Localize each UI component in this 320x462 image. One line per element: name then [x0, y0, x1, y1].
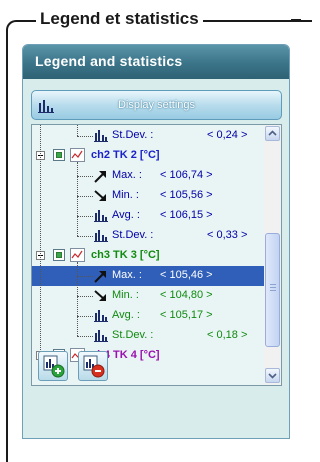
visibility-checkbox[interactable] [53, 249, 65, 261]
tree-connector [77, 136, 93, 137]
tree-group-ch2[interactable]: ch2 TK 2 [°C] [32, 146, 264, 166]
stat-value: < 105,46 > [160, 269, 213, 281]
bar-chart-icon [94, 330, 108, 342]
stat-row[interactable]: Max. : < 106,74 > [32, 166, 264, 186]
add-series-icon [43, 355, 65, 378]
tree-connector [77, 296, 93, 297]
display-settings-label: Display settings [117, 99, 196, 111]
stat-value: < 105,17 > [160, 309, 213, 321]
channel-chart-icon [70, 148, 85, 162]
remove-series-button[interactable] [78, 351, 108, 381]
chevron-down-icon [268, 373, 277, 379]
panel-header: Legend and statistics [23, 45, 289, 79]
stat-row[interactable]: St.Dev. : < 0,18 > [32, 326, 264, 346]
stat-value: < 106,15 > [160, 209, 213, 221]
line-chart-icon [71, 250, 83, 259]
stat-row[interactable]: St.Dev. : < 0,24 > [32, 126, 264, 146]
stat-row[interactable]: St.Dev. : < 0,33 > [32, 226, 264, 246]
bar-chart-icon [94, 130, 108, 142]
stat-label: Min. : [112, 189, 139, 201]
tree-connector [77, 236, 93, 237]
add-series-button[interactable] [38, 351, 68, 381]
tree-connector [77, 276, 93, 277]
stat-value: < 104,80 > [160, 289, 213, 301]
stat-label: St.Dev. : [112, 329, 154, 341]
line-chart-icon [71, 150, 83, 159]
channel-chart-icon [70, 248, 85, 262]
tree-connector [77, 125, 78, 136]
arrow-up-icon [94, 271, 106, 283]
channel-label: ch2 TK 2 [°C] [91, 149, 160, 161]
tree-connector [40, 125, 41, 356]
legend-tree: St.Dev. : < 0,24 > ch2 TK 2 [°C] Max. : < 10… [31, 124, 282, 386]
stat-label: St.Dev. : [112, 229, 154, 241]
scrollbar-grip [270, 284, 276, 291]
legend-group-title: Legend et statistics [36, 9, 203, 29]
stat-label: St.Dev. : [112, 129, 154, 141]
visibility-checkbox[interactable] [53, 149, 65, 161]
arrow-up-icon [94, 171, 106, 183]
remove-series-icon [83, 355, 105, 378]
scroll-up-button[interactable] [265, 126, 280, 141]
bar-chart-icon [94, 230, 108, 242]
stat-value: < 0,18 > [207, 329, 248, 341]
tree-connector [77, 316, 93, 317]
chevron-up-icon [268, 130, 277, 136]
bar-chart-icon [94, 310, 108, 322]
channel-label: ch3 TK 3 [°C] [91, 249, 160, 261]
stat-row[interactable]: Avg. : < 105,17 > [32, 306, 264, 326]
arrow-down-icon [94, 190, 106, 201]
scrollbar-thumb[interactable] [265, 233, 280, 347]
stat-row[interactable]: Min. : < 104,80 > [32, 286, 264, 306]
stat-row[interactable]: Max. : < 105,46 > [32, 266, 264, 286]
display-settings-button[interactable]: Display settings [31, 90, 282, 120]
tree-connector [77, 176, 93, 177]
arrow-down-icon [94, 290, 106, 301]
stat-value: < 105,56 > [160, 189, 213, 201]
stat-row[interactable]: Min. : < 105,56 > [32, 186, 264, 206]
vertical-scrollbar[interactable] [264, 125, 281, 385]
panel-title: Legend and statistics [35, 53, 183, 69]
bar-chart-icon [94, 210, 108, 222]
stat-label: Max. : [112, 169, 142, 181]
stat-label: Avg. : [112, 309, 140, 321]
tree-connector [77, 336, 93, 337]
scroll-down-button[interactable] [265, 368, 280, 383]
stat-value: < 0,33 > [207, 229, 248, 241]
tree-connector [77, 162, 78, 236]
tree-connector [77, 262, 78, 336]
stat-label: Max. : [112, 269, 142, 281]
stat-label: Min. : [112, 289, 139, 301]
stat-value: < 0,24 > [207, 129, 248, 141]
tree-group-ch3[interactable]: ch3 TK 3 [°C] [32, 246, 264, 266]
tree-connector [77, 216, 93, 217]
stat-value: < 106,74 > [160, 169, 213, 181]
frame-edge [291, 19, 301, 21]
tree-connector [77, 196, 93, 197]
stat-label: Avg. : [112, 209, 140, 221]
stat-row[interactable]: Avg. : < 106,15 > [32, 206, 264, 226]
